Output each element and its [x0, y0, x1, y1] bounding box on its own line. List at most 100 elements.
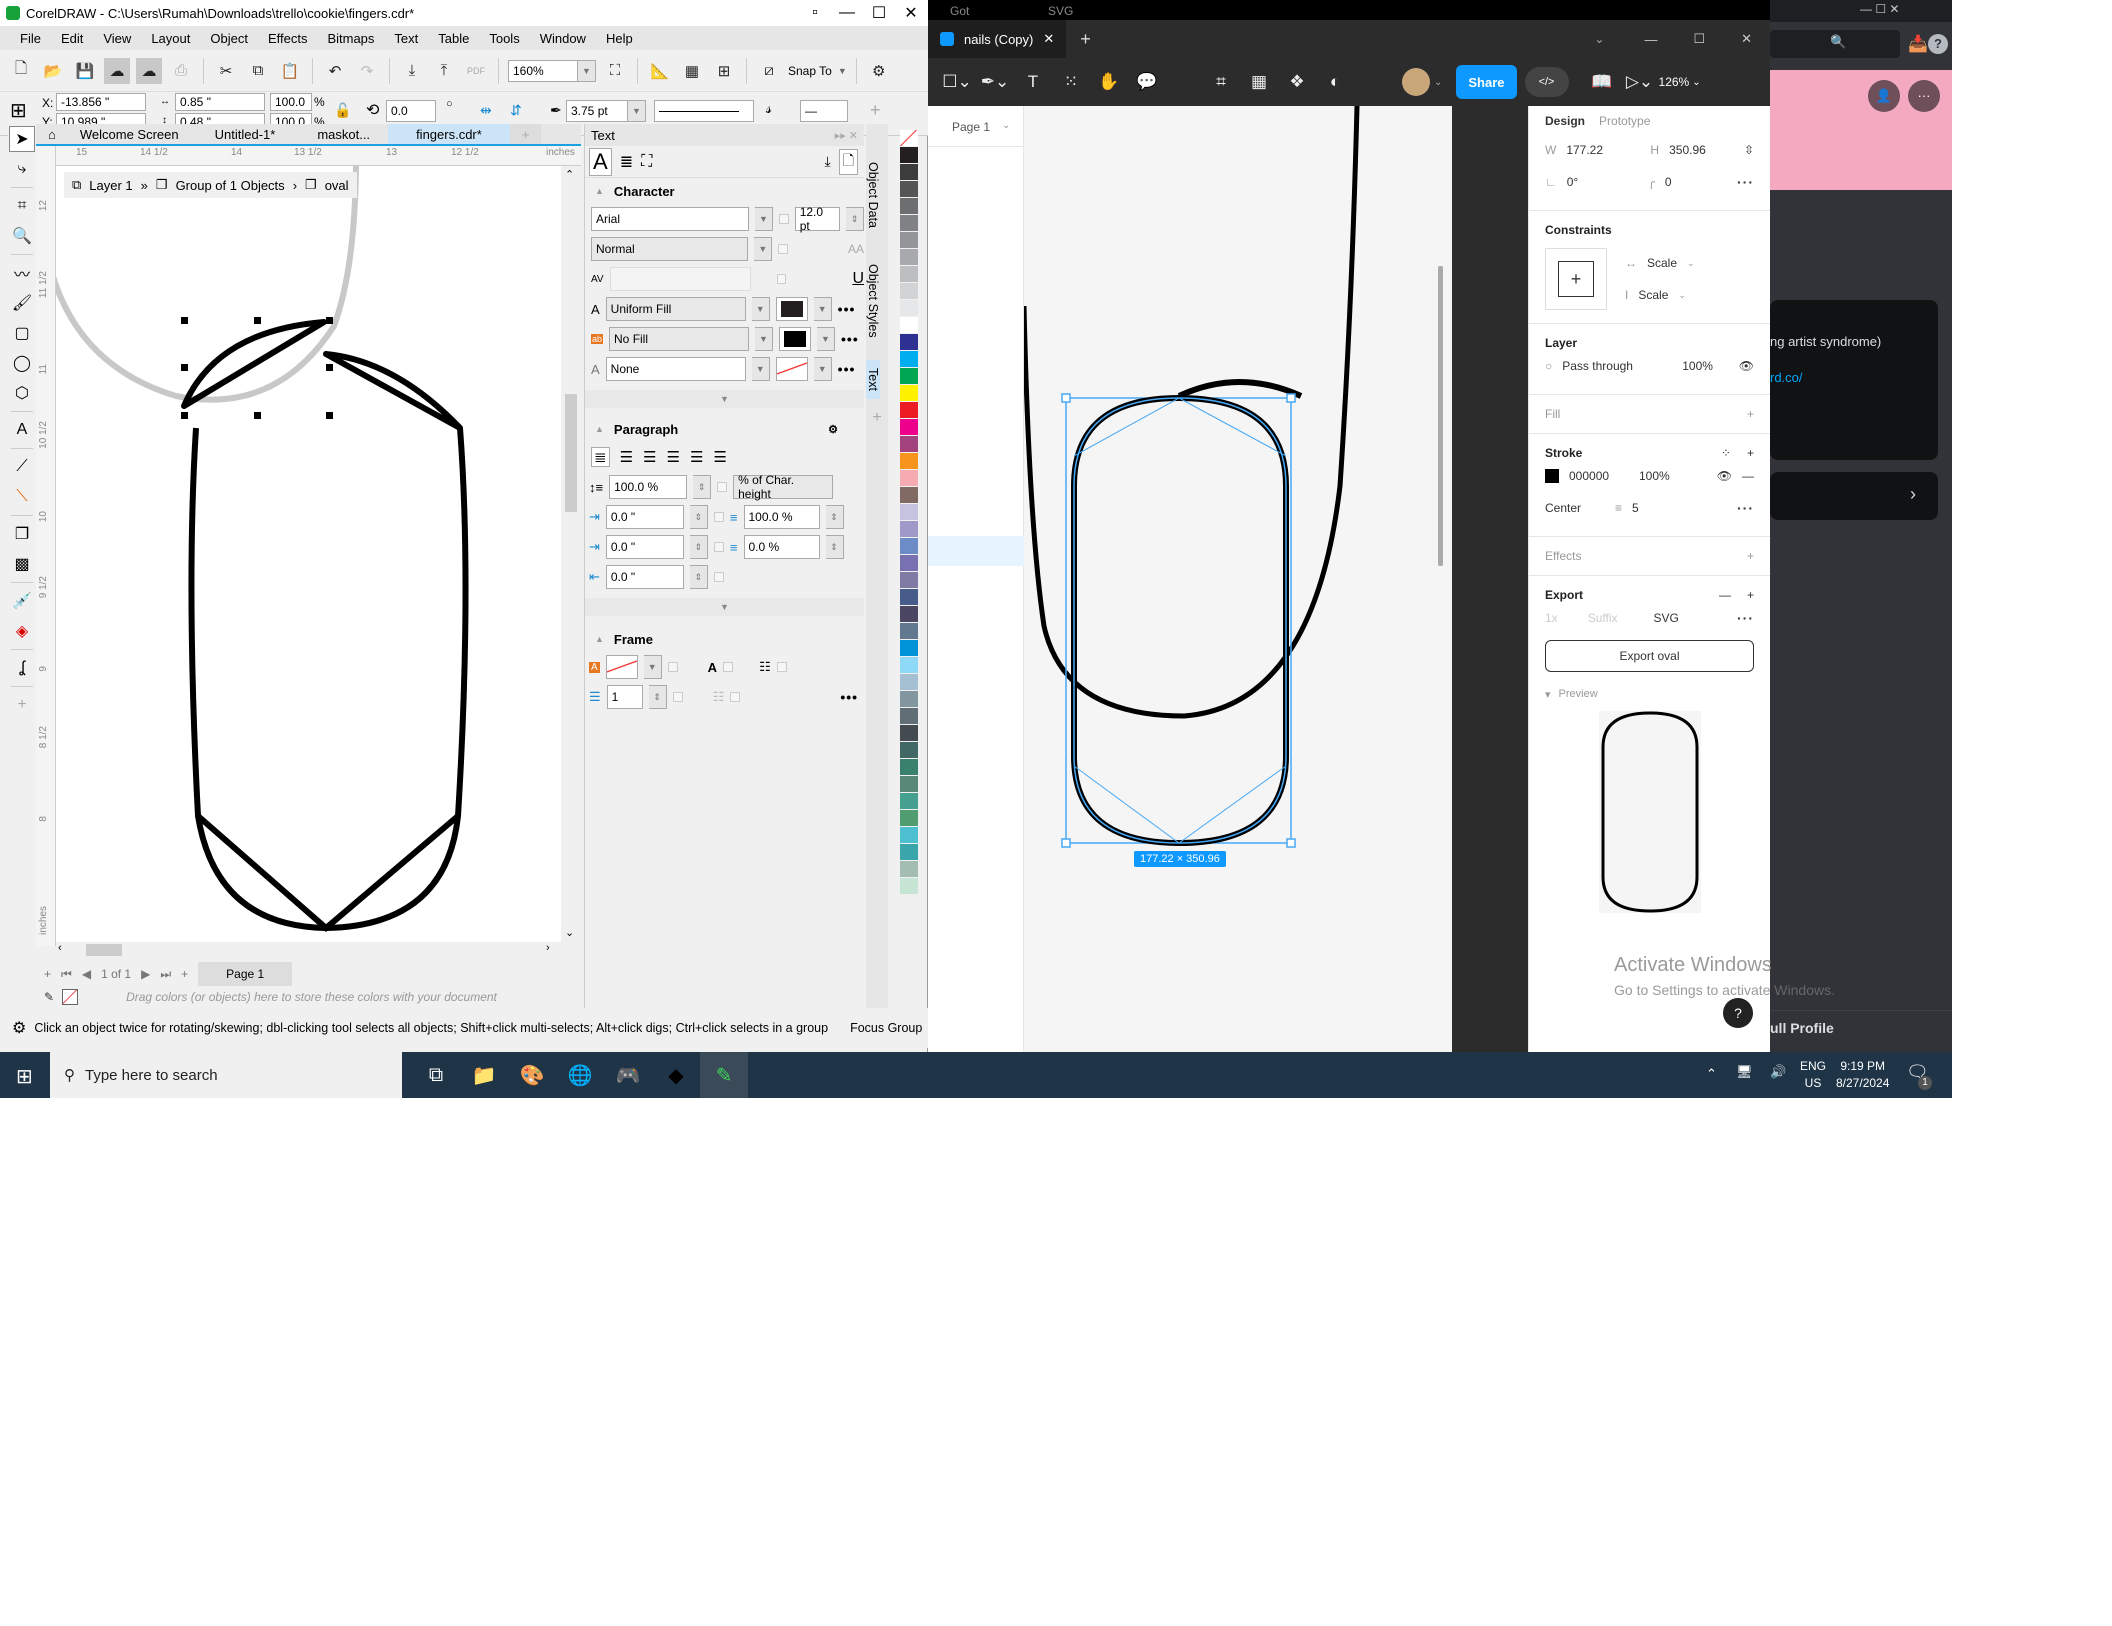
- palette-swatch[interactable]: [900, 215, 918, 232]
- menu-text[interactable]: Text: [384, 31, 428, 46]
- palette-swatch[interactable]: [900, 487, 918, 504]
- new-tab-button[interactable]: +: [509, 124, 542, 144]
- full-profile-link[interactable]: ull Profile: [1770, 1020, 1834, 1036]
- help-button[interactable]: ?: [1723, 998, 1753, 1028]
- language-indicator[interactable]: ENG US: [1800, 1058, 1826, 1092]
- text-outline-dropdown[interactable]: None: [605, 357, 746, 381]
- constrain-proportions-icon[interactable]: ⇳: [1744, 143, 1754, 157]
- side-tab-object-data[interactable]: Object Data: [866, 154, 880, 236]
- remove-stroke-icon[interactable]: —: [1742, 469, 1754, 483]
- line-spacing-field[interactable]: 100.0 %: [609, 475, 688, 499]
- paragraph-settings-icon[interactable]: ⚙: [828, 423, 838, 436]
- palette-swatch[interactable]: [900, 657, 918, 674]
- crop-tool-icon[interactable]: ⌗: [9, 193, 35, 219]
- library-icon[interactable]: 📖: [1583, 66, 1621, 98]
- mutual-card[interactable]: ›: [1770, 472, 1938, 520]
- background-fill-dropdown[interactable]: No Fill: [609, 327, 750, 351]
- palette-swatch[interactable]: [900, 640, 918, 657]
- palette-swatch[interactable]: [900, 810, 918, 827]
- inbox-icon[interactable]: 📥: [1908, 34, 1928, 54]
- more-icon[interactable]: •••: [840, 689, 858, 705]
- eyedropper-icon[interactable]: 💉: [9, 588, 35, 614]
- palette-swatch[interactable]: [900, 147, 918, 164]
- align-left-icon[interactable]: ☰: [620, 448, 633, 466]
- stroke-align-dropdown[interactable]: Center: [1545, 501, 1605, 515]
- smart-fill-icon[interactable]: ʆ: [9, 655, 35, 681]
- underline-icon[interactable]: U: [852, 270, 864, 288]
- menu-tools[interactable]: Tools: [479, 31, 529, 46]
- stroke-opacity[interactable]: 100%: [1639, 469, 1670, 483]
- zoom-dropdown[interactable]: 126%: [1659, 75, 1690, 89]
- palette-swatch[interactable]: [900, 674, 918, 691]
- palette-swatch[interactable]: [900, 249, 918, 266]
- save-icon[interactable]: 💾: [72, 58, 98, 84]
- chrome-icon[interactable]: 🌐: [556, 1052, 604, 1098]
- eye-icon[interactable]: 👁: [1739, 359, 1754, 373]
- side-tab-object-styles[interactable]: Object Styles: [866, 256, 880, 346]
- palette-swatch[interactable]: [900, 266, 918, 283]
- stroke-color-field[interactable]: 000000: [1569, 469, 1629, 483]
- clock[interactable]: 9:19 PM 8/27/2024: [1836, 1058, 1889, 1092]
- justify-full-icon[interactable]: ☰: [690, 448, 703, 466]
- text-tool-icon[interactable]: A: [9, 417, 35, 443]
- palette-swatch[interactable]: [900, 368, 918, 385]
- force-justify-icon[interactable]: ☰: [713, 448, 726, 466]
- close-tab-icon[interactable]: ✕: [1043, 31, 1054, 47]
- menu-effects[interactable]: Effects: [258, 31, 318, 46]
- font-style-field[interactable]: Normal: [591, 237, 749, 261]
- export-format-dropdown[interactable]: SVG: [1653, 611, 1678, 625]
- palette-swatch[interactable]: [900, 572, 918, 589]
- paste-icon[interactable]: 📋: [277, 58, 303, 84]
- tab-fingers-cdr[interactable]: fingers.cdr*: [388, 124, 510, 144]
- add-effect-icon[interactable]: +: [1747, 549, 1754, 563]
- stroke-weight-field[interactable]: 5: [1632, 501, 1639, 515]
- last-page-icon[interactable]: ⏭: [160, 967, 171, 982]
- palette-swatch[interactable]: [900, 606, 918, 623]
- palette-swatch[interactable]: [900, 385, 918, 402]
- frame-selection-icon[interactable]: ⌗: [1202, 66, 1240, 98]
- add-page-after-icon[interactable]: +: [181, 967, 188, 981]
- palette-swatch[interactable]: [900, 317, 918, 334]
- interactive-fill-icon[interactable]: ◈: [9, 618, 35, 644]
- transparency-icon[interactable]: ▩: [9, 551, 35, 577]
- docker-options-icon[interactable]: 🗋: [838, 148, 858, 175]
- tab-untitled-1[interactable]: Untitled-1*: [191, 124, 300, 144]
- shape-tool-icon[interactable]: ⤷: [9, 156, 35, 182]
- redo-icon[interactable]: ↷: [354, 58, 380, 84]
- menu-table[interactable]: Table: [428, 31, 479, 46]
- stroke-styles-icon[interactable]: ⁘: [1721, 446, 1731, 460]
- bg-tab-svg[interactable]: SVG: [1048, 4, 1073, 18]
- import-text-icon[interactable]: ⤓: [825, 153, 831, 170]
- menu-object[interactable]: Object: [200, 31, 258, 46]
- close-button[interactable]: ✕: [895, 0, 927, 26]
- dev-mode-toggle[interactable]: </>: [1524, 67, 1569, 97]
- task-view-icon[interactable]: ⧉: [412, 1052, 460, 1098]
- tab-prototype[interactable]: Prototype: [1599, 114, 1650, 128]
- palette-swatch[interactable]: [900, 589, 918, 606]
- palette-swatch[interactable]: [900, 351, 918, 368]
- page-tab[interactable]: Page 1: [198, 962, 293, 986]
- next-page-icon[interactable]: ▶: [141, 967, 150, 981]
- more-icon[interactable]: ···: [1737, 174, 1754, 190]
- windows-start-icon[interactable]: ⊞: [16, 1064, 33, 1089]
- expand-character-icon[interactable]: ▼: [585, 390, 864, 408]
- layer-opacity[interactable]: 100%: [1682, 359, 1713, 373]
- rotation-field[interactable]: 0°: [1567, 175, 1638, 189]
- space-after-field[interactable]: 0.0 %: [743, 535, 820, 559]
- menu-view[interactable]: View: [93, 31, 141, 46]
- polygon-tool-icon[interactable]: ⬡: [9, 380, 35, 406]
- dimension-tool-icon[interactable]: ⟋: [9, 454, 35, 480]
- palette-swatch[interactable]: [900, 164, 918, 181]
- font-size-field[interactable]: 12.0 pt: [794, 205, 841, 233]
- no-color-swatch[interactable]: [62, 989, 79, 1005]
- coreldraw-icon[interactable]: ✎: [700, 1052, 748, 1098]
- rulers-icon[interactable]: 📐: [647, 58, 673, 84]
- palette-swatch[interactable]: [900, 300, 918, 317]
- palette-swatch[interactable]: [900, 861, 918, 878]
- freehand-tool-icon[interactable]: 〰: [9, 260, 35, 286]
- corner-radius-field[interactable]: 0: [1665, 175, 1727, 189]
- outline-pen-icon[interactable]: 𝓈: [766, 100, 772, 118]
- menu-edit[interactable]: Edit: [51, 31, 93, 46]
- palette-swatch[interactable]: [900, 504, 918, 521]
- resources-icon[interactable]: ⁙: [1052, 66, 1090, 98]
